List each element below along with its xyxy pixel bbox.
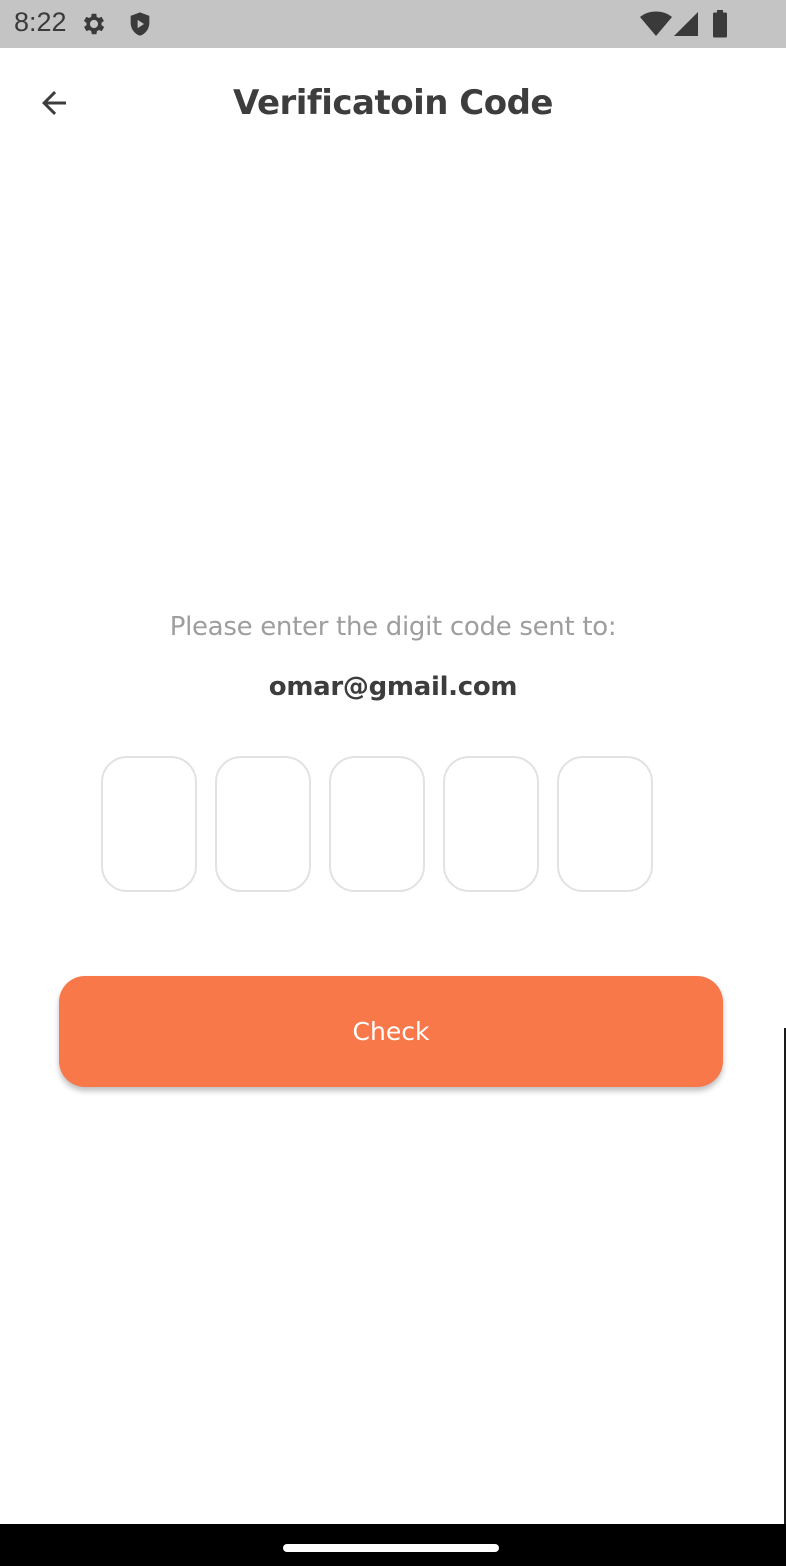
check-button-label: Check: [352, 1017, 430, 1046]
shield-play-icon: [126, 10, 154, 38]
code-digit-1[interactable]: [101, 756, 197, 892]
navigation-bar: [0, 1524, 786, 1566]
home-indicator[interactable]: [283, 1544, 499, 1552]
code-input-group: [101, 756, 653, 896]
check-button[interactable]: Check: [59, 976, 723, 1087]
code-digit-5[interactable]: [557, 756, 653, 892]
battery-icon: [710, 10, 730, 38]
status-time: 8:22: [14, 7, 67, 37]
wifi-icon: [639, 10, 673, 38]
code-digit-4[interactable]: [443, 756, 539, 892]
cellular-signal-icon: [672, 10, 700, 38]
instruction-text: Please enter the digit code sent to:: [169, 612, 617, 642]
email-address: omar@gmail.com: [268, 672, 518, 702]
verification-screen: 8:22 Verificatoin Code Please enter the …: [0, 0, 786, 1566]
code-digit-2[interactable]: [215, 756, 311, 892]
status-bar: 8:22: [0, 0, 786, 48]
code-digit-3[interactable]: [329, 756, 425, 892]
settings-gear-icon: [80, 10, 108, 38]
page-title: Verificatoin Code: [233, 83, 554, 123]
